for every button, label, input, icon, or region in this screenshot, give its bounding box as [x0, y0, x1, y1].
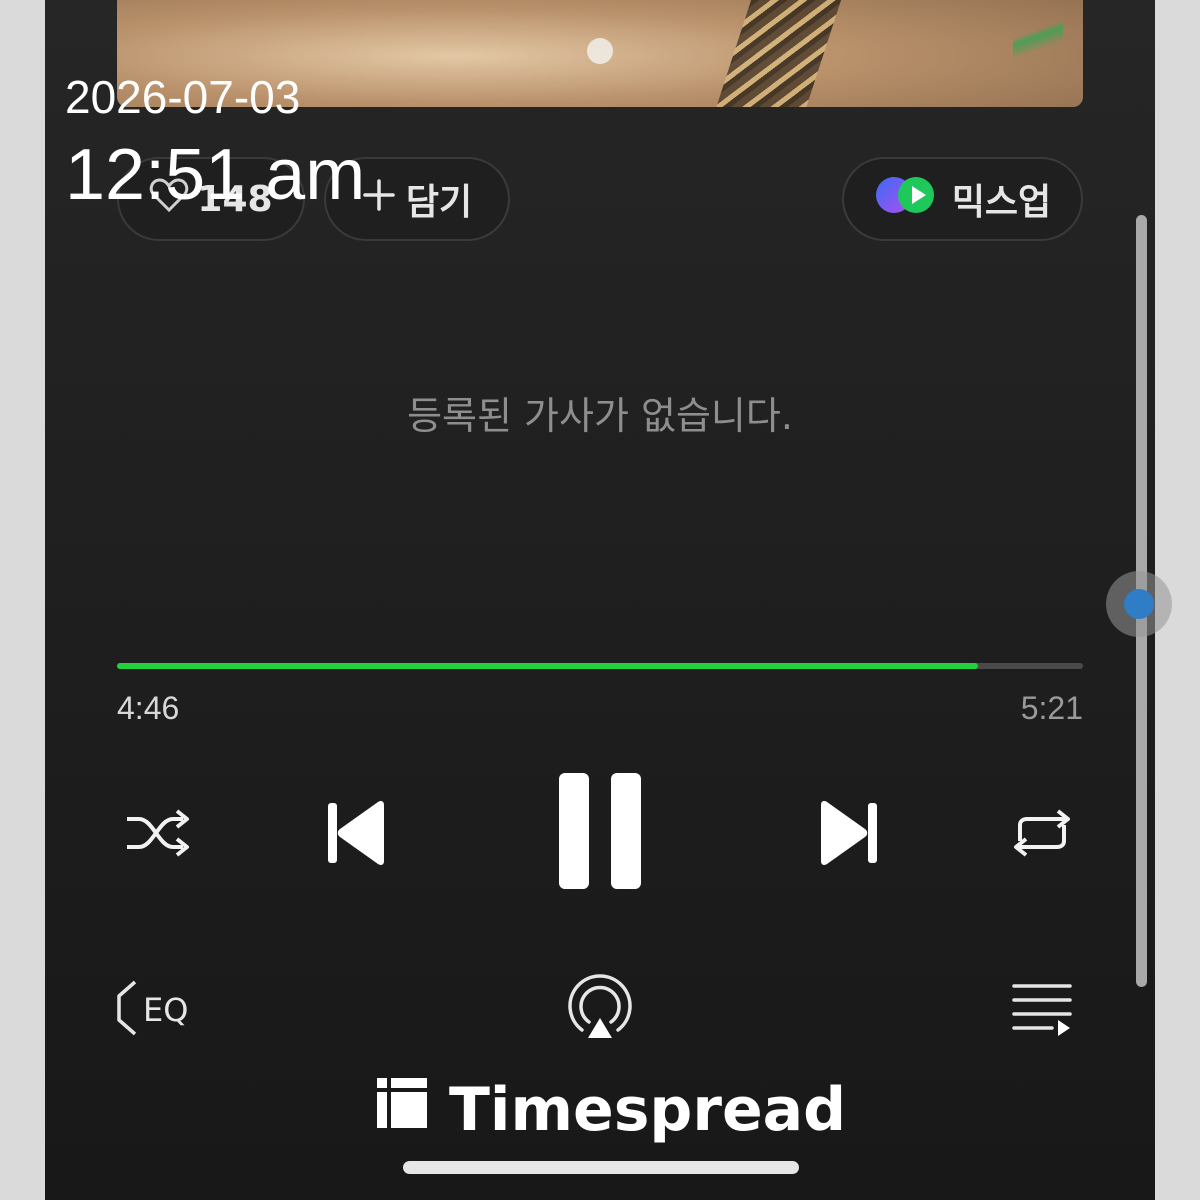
pause-icon	[553, 770, 647, 896]
watermark: Timespread	[375, 1075, 846, 1145]
mixup-icon	[874, 175, 938, 224]
overlay-date: 2026-07-03	[65, 71, 301, 123]
eq-button[interactable]: EQ	[113, 975, 203, 1047]
album-art-detail	[1013, 0, 1063, 107]
repeat-button[interactable]	[1000, 795, 1084, 875]
total-time: 5:21	[1020, 690, 1083, 726]
mixup-label: 믹스업	[951, 182, 1052, 223]
watermark-text: Timespread	[449, 1075, 847, 1145]
lyrics-empty-message: 등록된 가사가 없습니다.	[407, 394, 793, 438]
album-art-detail	[587, 38, 613, 64]
shuffle-icon	[121, 803, 193, 867]
svg-text:EQ: EQ	[143, 991, 188, 1029]
plus-icon	[362, 178, 396, 221]
previous-icon	[322, 797, 388, 873]
playlist-button[interactable]	[1007, 978, 1077, 1044]
previous-button[interactable]	[315, 790, 395, 880]
next-icon	[817, 797, 883, 873]
album-art-detail	[716, 0, 848, 107]
mixup-button[interactable]: 믹스업	[842, 157, 1083, 241]
airplay-button[interactable]	[560, 972, 640, 1048]
timespread-logo-icon	[375, 1075, 429, 1145]
playlist-icon	[1010, 978, 1074, 1044]
progress-bar[interactable]	[117, 663, 1083, 669]
add-label: 담기	[405, 182, 473, 223]
home-indicator[interactable]	[403, 1161, 799, 1174]
airplay-icon	[562, 972, 638, 1048]
scroll-handle[interactable]	[1106, 571, 1172, 637]
progress-bar-fill	[117, 663, 978, 669]
overlay-time: 12:51 am	[65, 135, 366, 215]
current-time: 4:46	[117, 690, 180, 726]
eq-icon: EQ	[113, 974, 203, 1048]
next-button[interactable]	[810, 790, 890, 880]
repeat-icon	[1006, 801, 1078, 869]
shuffle-button[interactable]	[117, 795, 197, 875]
pause-button[interactable]	[545, 770, 655, 895]
